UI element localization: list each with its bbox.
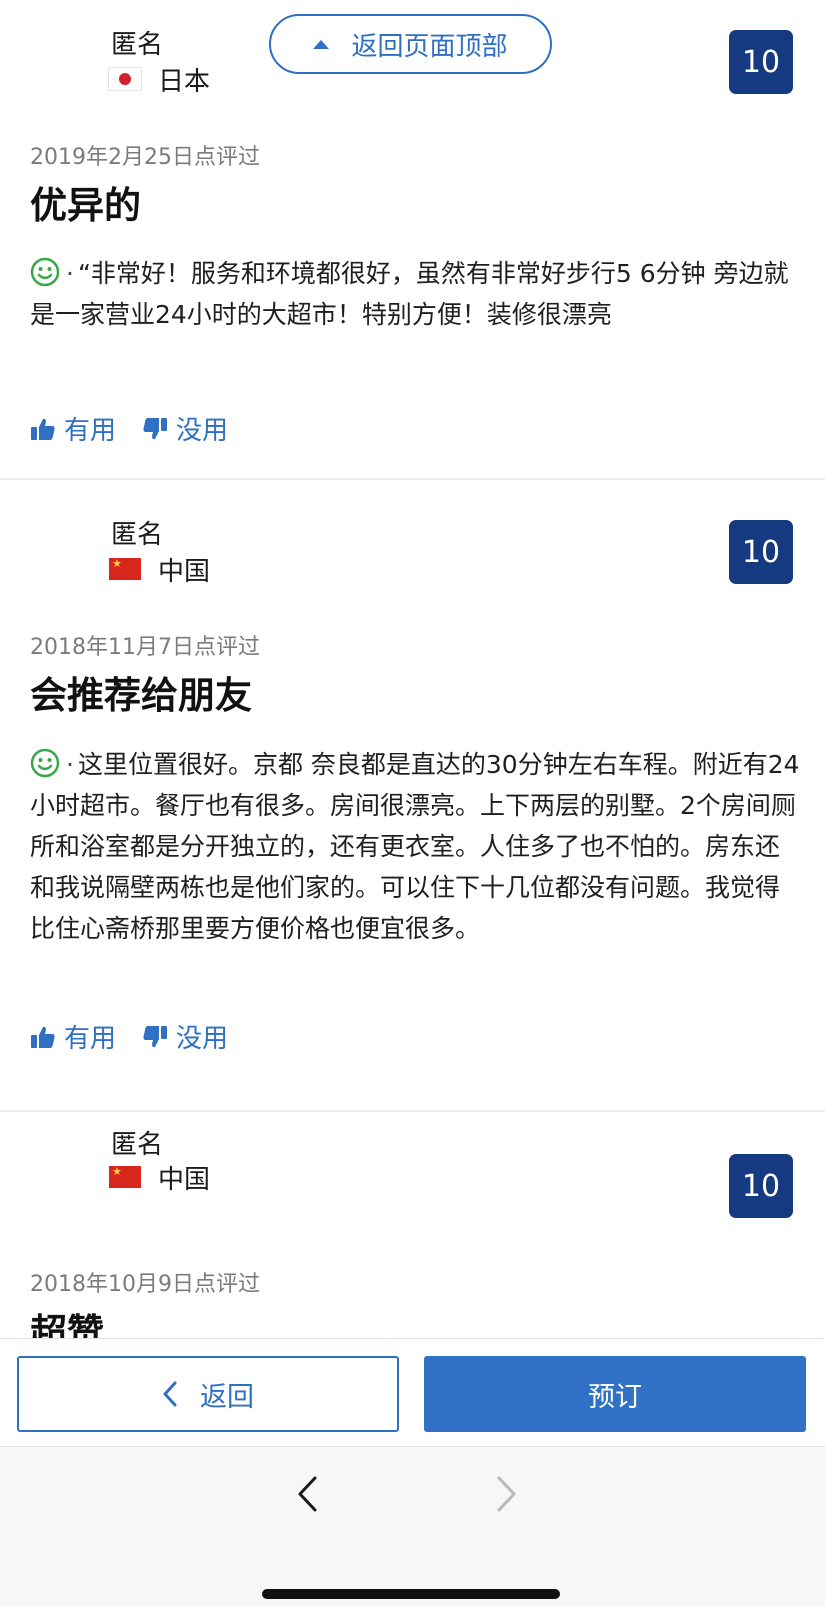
review-title: 会推荐给朋友 — [30, 674, 252, 717]
thumbs-up-icon — [31, 418, 55, 440]
score-badge: 10 — [729, 30, 793, 94]
review-date: 2019年2月25日点评过 — [30, 145, 260, 170]
vote-row: 有用 没用 — [30, 410, 254, 447]
china-flag-icon — [109, 557, 141, 580]
smiley-face-icon — [30, 748, 60, 778]
review-title: 超赞 — [30, 1311, 104, 1338]
separator-dot: · — [66, 259, 74, 288]
review-date: 2018年11月7日点评过 — [30, 635, 260, 660]
not-helpful-button[interactable]: 没用 — [142, 410, 228, 447]
country-name: 日本 — [158, 66, 211, 97]
caret-up-icon — [313, 39, 330, 49]
reviewer-name: 匿名 — [111, 1130, 164, 1160]
browser-toolbar — [0, 1446, 825, 1606]
browser-back-icon[interactable] — [296, 1475, 318, 1513]
china-flag-icon — [109, 1165, 141, 1188]
action-bar: 返回 预订 — [0, 1338, 825, 1446]
helpful-label: 有用 — [64, 1024, 117, 1054]
reviewer-country: 日本 — [109, 64, 210, 97]
vote-row: 有用 没用 — [30, 1018, 254, 1055]
not-helpful-button[interactable]: 没用 — [142, 1018, 228, 1055]
review-date: 2018年10月9日点评过 — [30, 1272, 260, 1297]
back-button[interactable]: 返回 — [17, 1356, 399, 1432]
chevron-left-icon — [163, 1381, 177, 1407]
app-screen: 匿名 日本 10 2019年2月25日点评过 优异的 · “非常好！服务和环境都很… — [0, 0, 825, 1606]
helpful-button[interactable]: 有用 — [30, 1018, 116, 1055]
helpful-label: 有用 — [64, 416, 117, 446]
review-card: 匿名 中国 10 2018年10月9日点评过 超赞 — [0, 1112, 825, 1338]
smiley-face-icon — [30, 257, 60, 287]
japan-flag-icon — [109, 68, 141, 90]
helpful-button[interactable]: 有用 — [30, 410, 116, 447]
review-text: 这里位置很好。京都 奈良都是直达的30分钟左右车程。附近有24小时超市。餐厅也有… — [30, 750, 800, 943]
back-to-top-button[interactable]: 返回页面顶部 — [269, 14, 552, 74]
review-text: “非常好！服务和环境都很好，虽然有非常好步行5 6分钟 旁边就是一家营业24小时… — [30, 259, 789, 329]
review-body: · “非常好！服务和环境都很好，虽然有非常好步行5 6分钟 旁边就是一家营业24小… — [30, 253, 800, 335]
book-button[interactable]: 预订 — [424, 1356, 806, 1432]
score-badge: 10 — [729, 1154, 793, 1218]
reviewer-name: 匿名 — [111, 30, 164, 60]
review-title: 优异的 — [30, 184, 141, 227]
reviewer-name: 匿名 — [111, 520, 164, 550]
score-badge: 10 — [729, 520, 793, 584]
not-helpful-label: 没用 — [176, 416, 229, 446]
back-label: 返回 — [200, 1381, 254, 1413]
reviews-list[interactable]: 匿名 日本 10 2019年2月25日点评过 优异的 · “非常好！服务和环境都很… — [0, 0, 825, 1338]
browser-forward-icon[interactable] — [496, 1475, 518, 1513]
back-to-top-label: 返回页面顶部 — [351, 31, 508, 62]
country-name: 中国 — [158, 1164, 211, 1195]
not-helpful-label: 没用 — [176, 1024, 229, 1054]
reviewer-country: 中国 — [109, 554, 210, 587]
divider — [0, 478, 825, 480]
review-body: · 这里位置很好。京都 奈良都是直达的30分钟左右车程。附近有24小时超市。餐厅也… — [30, 744, 800, 949]
thumbs-down-icon — [143, 417, 168, 439]
home-indicator[interactable] — [262, 1589, 560, 1599]
thumbs-down-icon — [143, 1025, 168, 1047]
country-name: 中国 — [158, 556, 211, 587]
reviewer-country: 中国 — [109, 1162, 210, 1195]
book-label: 预订 — [588, 1381, 642, 1413]
thumbs-up-icon — [31, 1026, 55, 1048]
review-card: 匿名 中国 10 2018年11月7日点评过 会推荐给朋友 ·这里位置很好。京都… — [0, 490, 825, 1112]
separator-dot: · — [66, 750, 74, 779]
